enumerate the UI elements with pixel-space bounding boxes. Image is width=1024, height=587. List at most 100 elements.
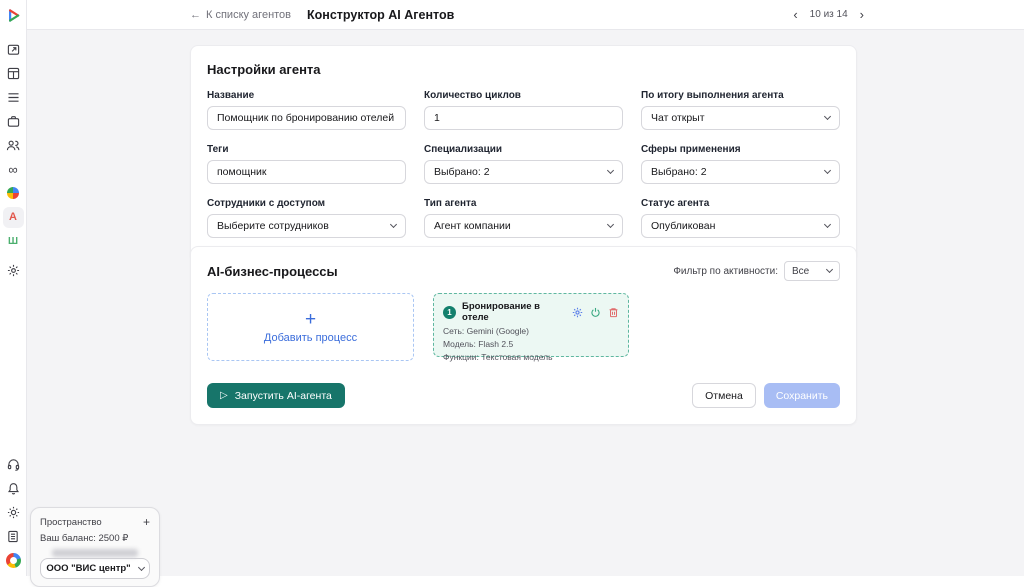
field-spheres: Сферы применения Выбрано: 2: [641, 144, 840, 184]
processes-footer: ▷ Запустить AI-агента Отмена Сохранить: [207, 383, 840, 408]
app-logo-icon: [5, 7, 22, 24]
prev-page-button[interactable]: ‹: [793, 8, 797, 21]
result-select[interactable]: Чат открыт: [641, 106, 840, 130]
chevron-down-icon: [607, 167, 614, 174]
run-agent-label: Запустить AI-агента: [235, 390, 332, 402]
processes-row: + Добавить процесс 1 Бронирование в отел…: [207, 293, 840, 361]
sidebar-item-boards[interactable]: [3, 61, 24, 85]
select-value: Выберите сотрудников: [217, 220, 329, 232]
processes-card: AI-бизнес-процессы Фильтр по активности:…: [190, 246, 857, 425]
blurred-user-text: [52, 549, 138, 557]
sidebar-item-company[interactable]: [3, 109, 24, 133]
agent-settings-card: Настройки агента Название Количество цик…: [190, 45, 857, 261]
name-input[interactable]: [207, 106, 406, 130]
partner-logo-icon: [6, 553, 21, 568]
sidebar-item-partner-logo[interactable]: [3, 548, 24, 572]
run-agent-button[interactable]: ▷ Запустить AI-агента: [207, 383, 345, 408]
sidebar-item-dashboard[interactable]: [3, 37, 24, 61]
chevron-down-icon: [138, 563, 145, 570]
select-value: Опубликован: [651, 220, 715, 232]
active-item-bg: A: [3, 207, 24, 228]
employees-select[interactable]: Выберите сотрудников: [207, 214, 406, 238]
select-value: Выбрано: 2: [434, 166, 490, 178]
sidebar-item-integrations[interactable]: ∞: [3, 157, 24, 181]
table-icon: [7, 67, 20, 80]
next-page-button[interactable]: ›: [860, 8, 864, 21]
organization-name: ООО "ВИС центр": [46, 563, 130, 574]
specializations-select[interactable]: Выбрано: 2: [424, 160, 623, 184]
chevron-down-icon: [826, 266, 833, 273]
sidebar-item-settings[interactable]: [3, 258, 24, 282]
workspace-balance: Ваш баланс: 2500 ₽: [40, 533, 150, 544]
field-cycles: Количество циклов: [424, 90, 623, 130]
plus-icon: +: [305, 310, 316, 329]
form-actions: Отмена Сохранить: [692, 383, 840, 408]
chevron-down-icon: [824, 221, 831, 228]
sidebar-item-support[interactable]: [3, 452, 24, 476]
field-label: Название: [207, 90, 406, 101]
field-label: Специализации: [424, 144, 623, 155]
activity-filter-select[interactable]: Все: [784, 261, 840, 281]
sidebar-item-theme[interactable]: [3, 500, 24, 524]
process-delete-button[interactable]: [608, 307, 619, 318]
process-model: Модель: Flash 2.5: [443, 339, 619, 349]
field-label: Тип агента: [424, 198, 623, 209]
workspace-header: Пространство +: [40, 516, 150, 528]
select-value: Все: [792, 266, 809, 277]
bell-icon: [7, 482, 20, 495]
select-value: Агент компании: [434, 220, 511, 232]
briefcase-icon: [7, 115, 20, 128]
select-value: Чат открыт: [651, 112, 705, 124]
process-actions: [572, 307, 619, 318]
sidebar-item-sh-module[interactable]: Ш: [3, 229, 24, 253]
field-label: Статус агента: [641, 198, 840, 209]
gear-icon: [7, 264, 20, 277]
infinity-icon: ∞: [8, 163, 17, 176]
field-label: Сферы применения: [641, 144, 840, 155]
back-to-agents-link[interactable]: ← К списку агентов: [190, 9, 291, 21]
add-workspace-button[interactable]: +: [143, 516, 150, 528]
cancel-button[interactable]: Отмена: [692, 383, 756, 408]
agent-settings-title: Настройки агента: [207, 62, 840, 77]
process-power-button[interactable]: [590, 307, 601, 318]
play-icon: ▷: [220, 390, 228, 401]
tags-input[interactable]: [207, 160, 406, 184]
add-process-button[interactable]: + Добавить процесс: [207, 293, 414, 361]
pagination-label: 10 из 14: [810, 9, 848, 20]
list-icon: [7, 92, 20, 103]
sidebar-item-tasks[interactable]: [3, 85, 24, 109]
workspace-title: Пространство: [40, 517, 102, 528]
add-process-label: Добавить процесс: [264, 332, 357, 344]
chevron-down-icon: [390, 221, 397, 228]
letter-a-icon: A: [9, 211, 17, 223]
app-logo[interactable]: [5, 0, 22, 30]
back-link-label: К списку агентов: [206, 9, 291, 21]
activity-filter: Фильтр по активности: Все: [673, 261, 840, 281]
process-settings-button[interactable]: [572, 307, 583, 318]
users-icon: [6, 139, 20, 152]
colorful-chart-icon: [7, 187, 19, 199]
headset-icon: [7, 458, 20, 471]
agent-type-select[interactable]: Агент компании: [424, 214, 623, 238]
save-button[interactable]: Сохранить: [764, 383, 840, 408]
document-icon: [7, 530, 19, 543]
field-specializations: Специализации Выбрано: 2: [424, 144, 623, 184]
process-title: Бронирование в отеле: [462, 301, 566, 323]
field-status: Статус агента Опубликован: [641, 198, 840, 238]
sidebar-item-analytics[interactable]: [3, 181, 24, 205]
sidebar-item-notifications[interactable]: [3, 476, 24, 500]
spheres-select[interactable]: Выбрано: 2: [641, 160, 840, 184]
status-select[interactable]: Опубликован: [641, 214, 840, 238]
sidebar-item-docs[interactable]: [3, 524, 24, 548]
process-card-header: 1 Бронирование в отеле: [443, 301, 619, 323]
cycles-input[interactable]: [424, 106, 623, 130]
select-value: Выбрано: 2: [651, 166, 707, 178]
sun-icon: [7, 506, 20, 519]
process-card[interactable]: 1 Бронирование в отеле: [433, 293, 629, 357]
field-label: Количество циклов: [424, 90, 623, 101]
process-functions: Функции: Текстовая модель: [443, 352, 619, 362]
sidebar-item-employees[interactable]: [3, 133, 24, 157]
back-arrow-icon: ←: [190, 9, 201, 21]
process-index-badge: 1: [443, 306, 456, 319]
sidebar-item-ai-agents-active[interactable]: A: [3, 205, 24, 229]
